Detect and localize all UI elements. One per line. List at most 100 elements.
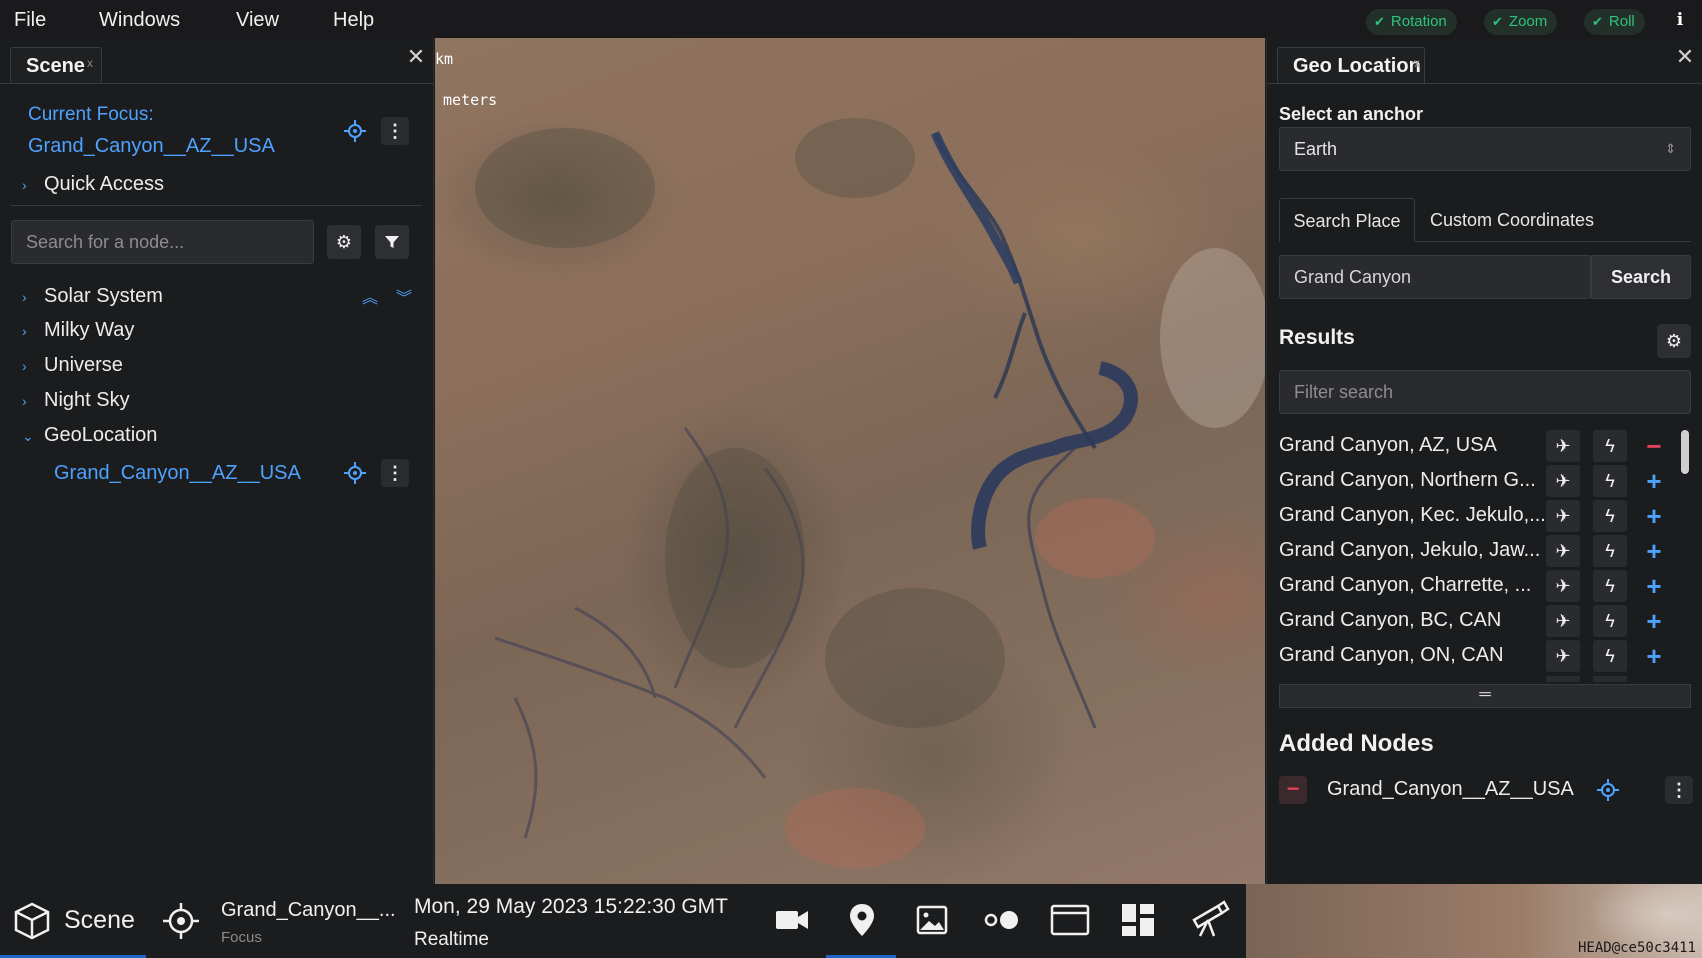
jump-to-bolt-icon[interactable]: ϟ [1593, 605, 1627, 637]
node-search-input[interactable]: Search for a node... [11, 220, 314, 264]
fly-to-airplane-icon[interactable]: ✈ [1546, 605, 1580, 637]
menu-file[interactable]: File [14, 0, 46, 38]
settings-gear-icon[interactable]: ⚙ [327, 225, 361, 259]
image-icon[interactable] [910, 898, 954, 942]
jump-to-bolt-icon[interactable]: ϟ [1593, 500, 1627, 532]
added-node-menu-icon[interactable]: ⋮ [1665, 776, 1693, 804]
add-node-icon[interactable]: + [1639, 500, 1669, 532]
add-node-icon[interactable]: + [1639, 605, 1669, 637]
tab-divider [1415, 241, 1691, 242]
crosshair-icon [163, 903, 199, 939]
anchor-label: Select an anchor [1279, 104, 1424, 124]
camera-icon[interactable] [770, 898, 814, 942]
tab-geo-location[interactable]: Geo Location x [1277, 47, 1425, 84]
anchor-select[interactable]: Earth ⇕ [1279, 127, 1691, 171]
tree-item-solar-system[interactable]: › Solar System [22, 281, 163, 311]
fly-to-airplane-icon[interactable]: ✈ [1546, 500, 1580, 532]
result-item[interactable]: Grand Canyon, Charrette, ... ✈ ϟ + [1279, 570, 1699, 604]
tree-label: Night Sky [44, 389, 130, 411]
filter-icon[interactable] [375, 225, 409, 259]
result-item[interactable]: Grand Canyon, Northern G... ✈ ϟ + [1279, 465, 1699, 499]
results-settings-gear-icon[interactable]: ⚙ [1657, 324, 1691, 358]
current-focus-link[interactable]: Grand_Canyon__AZ__USA [28, 135, 275, 158]
remove-node-icon[interactable]: − [1639, 430, 1669, 462]
jump-to-bolt-icon[interactable]: ϟ [1593, 430, 1627, 462]
chevron-right-icon: › [22, 323, 27, 339]
time-button[interactable]: Mon, 29 May 2023 15:22:30 GMT Realtime [406, 884, 756, 958]
focus-menu-button[interactable]: Grand_Canyon__... Focus [150, 884, 396, 958]
bodies-icon[interactable] [980, 898, 1024, 942]
divider [10, 205, 422, 206]
telescope-icon[interactable] [1188, 898, 1232, 942]
add-node-icon[interactable]: + [1639, 570, 1669, 602]
toggle-rotation[interactable]: ✔ Rotation [1366, 9, 1457, 35]
fly-to-airplane-icon[interactable]: ✈ [1546, 430, 1580, 462]
tab-custom-coordinates[interactable]: Custom Coordinates [1417, 198, 1607, 242]
fly-to-airplane-icon[interactable]: ✈ [1546, 535, 1580, 567]
location-pin-icon[interactable] [840, 898, 884, 942]
resize-handle[interactable]: ═ [1279, 684, 1691, 708]
add-node-icon[interactable]: + [1639, 640, 1669, 672]
focus-target-icon[interactable] [344, 120, 366, 142]
result-name: Grand Canyon, Kec. Jekulo,... [1279, 504, 1546, 526]
fly-to-airplane-icon[interactable]: ✈ [1546, 465, 1580, 497]
globe-viewport[interactable]: km meters [435, 38, 1265, 884]
result-item[interactable]: Grand Canyon, AZ, USA ✈ ϟ − [1279, 430, 1699, 464]
scene-menu-button[interactable]: Scene [0, 884, 146, 958]
add-node-icon[interactable]: + [1639, 465, 1669, 497]
tree-item-geolocation[interactable]: ⌄ GeoLocation [22, 420, 157, 450]
result-item[interactable]: Grand Canyon, Kec. Jekulo,... ✈ ϟ + [1279, 500, 1699, 534]
jump-to-bolt-icon[interactable]: ϟ [1593, 535, 1627, 567]
tab-scene[interactable]: Scene x [10, 47, 102, 84]
menu-view[interactable]: View [236, 0, 279, 38]
close-icon[interactable]: ✕ [403, 44, 429, 70]
focus-target-icon[interactable] [1597, 779, 1619, 801]
result-item[interactable]: Grand Canyon, BC, CAN ✈ ϟ + [1279, 605, 1699, 639]
result-item[interactable]: Grand Canyon, Jekulo, Jaw... ✈ ϟ + [1279, 535, 1699, 569]
remove-added-node-icon[interactable]: − [1279, 776, 1307, 804]
toggle-zoom[interactable]: ✔ Zoom [1484, 9, 1558, 35]
add-node-icon[interactable]: + [1639, 535, 1669, 567]
node-menu-icon[interactable]: ⋮ [381, 459, 409, 487]
chevron-down-icon: ⌄ [22, 428, 34, 444]
filter-search-input[interactable]: Filter search [1279, 370, 1691, 414]
focus-target-icon[interactable] [344, 462, 366, 484]
chevron-right-icon: › [22, 177, 27, 193]
row-clipped [1546, 676, 1580, 682]
focus-menu-icon[interactable]: ⋮ [381, 117, 409, 145]
info-icon[interactable]: i [1668, 7, 1692, 33]
quick-access-row[interactable]: › Quick Access [22, 169, 164, 199]
fly-to-airplane-icon[interactable]: ✈ [1546, 570, 1580, 602]
tree-item-grand-canyon[interactable]: Grand_Canyon__AZ__USA [54, 462, 301, 485]
place-search-input[interactable]: Grand Canyon [1279, 255, 1591, 299]
jump-to-bolt-icon[interactable]: ϟ [1593, 640, 1627, 672]
results-list: Grand Canyon, AZ, USA ✈ ϟ − Grand Canyon… [1267, 430, 1702, 718]
tree-item-night-sky[interactable]: › Night Sky [22, 385, 130, 415]
collapse-all-icon[interactable]: ︽ [362, 284, 378, 308]
result-name: Grand Canyon, Jekulo, Jaw... [1279, 539, 1541, 561]
close-icon[interactable]: ✕ [1672, 44, 1698, 70]
window-icon[interactable] [1048, 898, 1092, 942]
tab-search-place[interactable]: Search Place [1279, 198, 1415, 242]
results-scrollbar-thumb[interactable] [1681, 430, 1689, 474]
toggle-label: Rotation [1390, 13, 1447, 30]
tab-close-icon[interactable]: x [87, 56, 93, 70]
terrain-overlay [475, 118, 1265, 868]
fly-to-airplane-icon[interactable]: ✈ [1546, 640, 1580, 672]
search-button[interactable]: Search [1591, 255, 1691, 299]
tree-item-milky-way[interactable]: › Milky Way [22, 315, 134, 345]
toggle-roll[interactable]: ✔ Roll [1584, 9, 1645, 35]
result-item[interactable]: Grand Canyon, ON, CAN ✈ ϟ + [1279, 640, 1699, 674]
tab-close-icon[interactable]: x [1414, 56, 1420, 70]
focus-name: Grand_Canyon__... [221, 899, 396, 921]
tree-item-universe[interactable]: › Universe [22, 350, 123, 380]
results-title: Results [1279, 326, 1355, 349]
toggle-label: Zoom [1508, 13, 1548, 30]
jump-to-bolt-icon[interactable]: ϟ [1593, 465, 1627, 497]
menu-help[interactable]: Help [333, 0, 374, 38]
tab-title: Scene [26, 55, 85, 77]
jump-to-bolt-icon[interactable]: ϟ [1593, 570, 1627, 602]
dashboard-icon[interactable] [1116, 898, 1160, 942]
expand-all-icon[interactable]: ︾ [396, 284, 412, 308]
menu-windows[interactable]: Windows [99, 0, 180, 38]
